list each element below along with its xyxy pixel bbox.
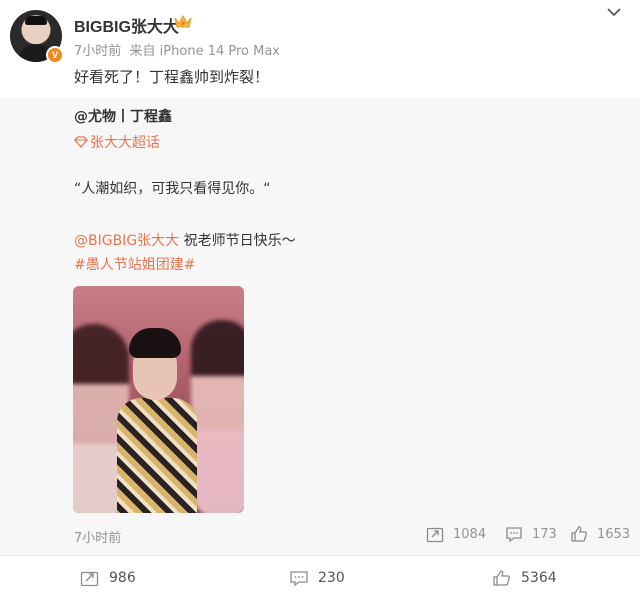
hashtag-link[interactable]: #愚人节站姐团建#: [74, 254, 195, 274]
greeting-text: 祝老师节日快乐～: [179, 233, 296, 249]
repost-button[interactable]: 986: [80, 569, 136, 587]
like-button[interactable]: 5364: [492, 569, 557, 587]
repost-count: 986: [109, 570, 136, 586]
chevron-down-icon[interactable]: [606, 6, 622, 18]
username[interactable]: BIGBIG张大大: [74, 13, 179, 37]
post-footer: 986 230 5364: [0, 555, 640, 595]
comment-icon: [290, 571, 308, 587]
original-author[interactable]: @尤物丨丁程鑫: [74, 106, 172, 126]
comment-button[interactable]: 230: [289, 569, 345, 587]
avatar-hair: [25, 16, 47, 25]
repost-card[interactable]: @尤物丨丁程鑫 张大大超话 “人潮如织，可我只看得见你。“ @BIGBIG张大大…: [0, 98, 640, 555]
crown-icon: [174, 14, 192, 28]
repost-count-label: 1084: [453, 526, 487, 542]
greeting-line: @BIGBIG张大大 祝老师节日快乐～: [74, 230, 296, 250]
quote-text: “人潮如织，可我只看得见你。“: [74, 181, 271, 197]
like-count: 5364: [521, 570, 557, 586]
photo-figure-body: [117, 398, 197, 513]
like-icon: [493, 570, 510, 586]
comment-count-label: 173: [532, 526, 557, 542]
repost-icon: [426, 527, 444, 543]
verified-badge-icon: V: [46, 46, 64, 64]
original-post-time[interactable]: 7小时前: [74, 527, 121, 546]
post-time[interactable]: 7小时前: [74, 44, 121, 59]
post-source: 来自 iPhone 14 Pro Max: [129, 44, 280, 59]
post-meta: 7小时前 来自 iPhone 14 Pro Max: [74, 40, 280, 59]
diamond-icon: [74, 136, 88, 148]
comment-icon: [506, 527, 522, 543]
comment-count-original[interactable]: 173: [505, 525, 557, 543]
repost-count-original[interactable]: 1084: [426, 525, 486, 543]
post-text: 好看死了！丁程鑫帅到炸裂！: [74, 68, 270, 86]
photo-figure-hair: [129, 328, 181, 358]
like-icon: [571, 526, 587, 542]
post-header: V BIGBIG张大大 7小时前 来自 iPhone 14 Pro Max 好看…: [0, 0, 640, 98]
like-count-label: 1653: [597, 526, 631, 542]
supertopic-label: 张大大超话: [90, 135, 160, 151]
comment-count: 230: [318, 570, 345, 586]
like-count-original[interactable]: 1653: [570, 525, 630, 543]
mention-link[interactable]: @BIGBIG张大大: [74, 233, 179, 249]
photo-figure-right: [191, 320, 244, 513]
supertopic-link[interactable]: 张大大超话: [74, 132, 160, 152]
repost-icon: [80, 571, 99, 587]
post-photo[interactable]: [73, 286, 244, 513]
